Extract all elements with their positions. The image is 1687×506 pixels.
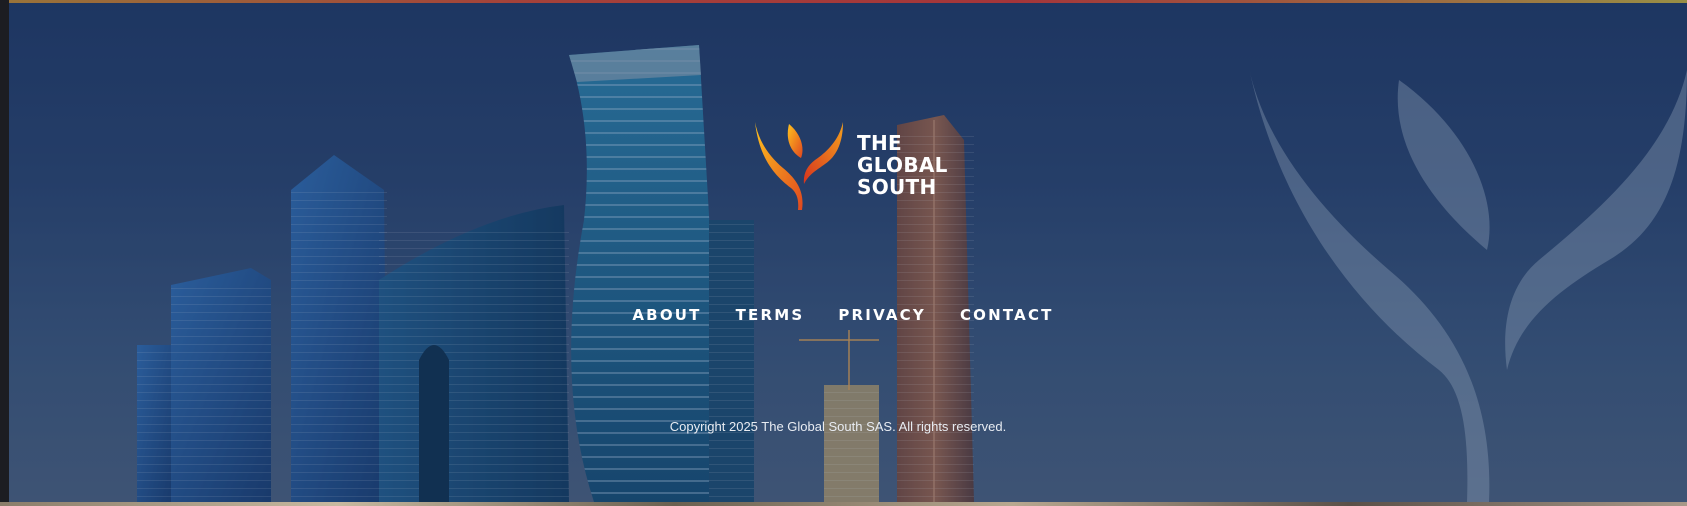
site-footer: THE GLOBAL SOUTH ABOUT TERMS PRIVACY CON… [9, 0, 1687, 502]
nav-link-terms[interactable]: TERMS [736, 306, 805, 324]
brand-name-line-1: THE [857, 131, 902, 155]
nav-link-contact[interactable]: CONTACT [960, 306, 1054, 324]
brand-name-line-3: SOUTH [857, 175, 937, 199]
brand-logo[interactable]: THE GLOBAL SOUTH [747, 118, 967, 218]
footer-nav: ABOUT TERMS PRIVACY CONTACT [9, 306, 1687, 325]
brand-name-line-2: GLOBAL [857, 153, 948, 177]
bottom-image-strip [0, 502, 1687, 506]
nav-link-privacy[interactable]: PRIVACY [838, 306, 926, 324]
flame-leaf-icon [755, 122, 843, 210]
left-edge-strip [0, 0, 9, 506]
nav-link-about[interactable]: ABOUT [632, 306, 701, 324]
flame-leaf-watermark-icon [1249, 68, 1687, 502]
brand-name: THE GLOBAL SOUTH [857, 132, 948, 198]
copyright-text: Copyright 2025 The Global South SAS. All… [669, 419, 1007, 434]
